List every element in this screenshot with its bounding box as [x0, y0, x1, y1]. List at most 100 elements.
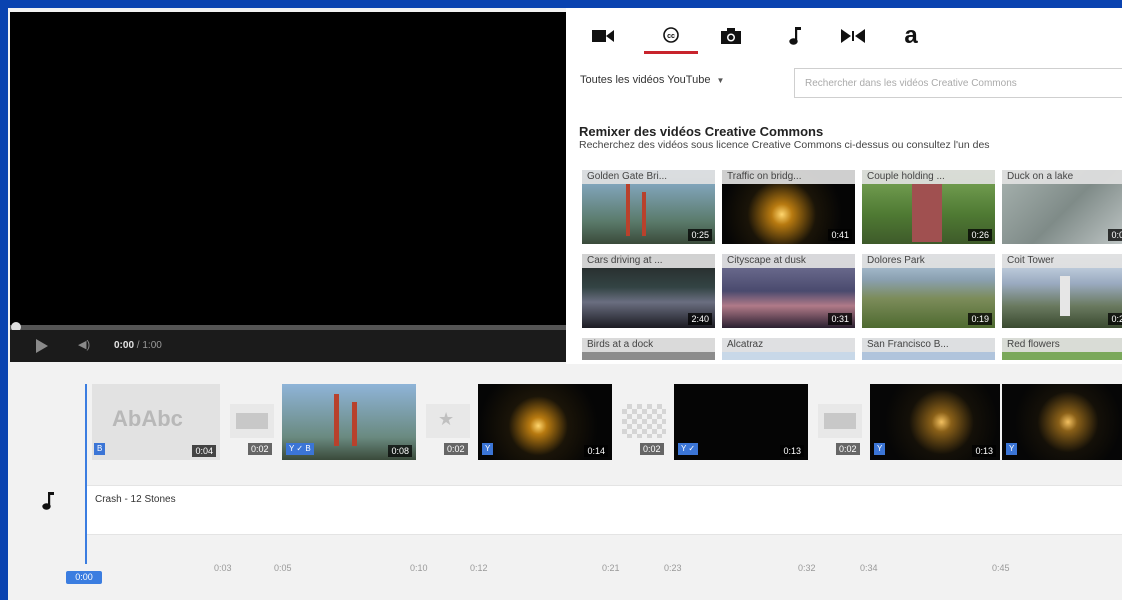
thumbnail-title: Cars driving at ...: [582, 254, 715, 268]
video-thumbnail[interactable]: Cityscape at dusk 0:31: [722, 254, 855, 328]
clip-duration: 0:08: [388, 445, 412, 457]
thumbnail-title: Duck on a lake: [1002, 170, 1122, 184]
ruler-tick: 0:12: [470, 563, 488, 573]
thumbnail-title: Golden Gate Bri...: [582, 170, 715, 184]
thumbnail-duration: 0:09: [1108, 229, 1122, 241]
thumbnail-title: Coit Tower: [1002, 254, 1122, 268]
transition-duration: 0:02: [836, 443, 860, 455]
thumbnail-title: Traffic on bridg...: [722, 170, 855, 184]
bridge-tower-2: [642, 192, 646, 236]
thumbnail-duration: 0:26: [968, 229, 992, 241]
transition-block[interactable]: [230, 404, 274, 438]
bridge-tower-2: [352, 402, 357, 446]
clip-duration: 0:04: [192, 445, 216, 457]
video-editor-app: ◀) 0:00 / 1:00 cc a Toutes les vidéos Yo…: [8, 8, 1122, 600]
clip-effect-badge[interactable]: Y ✓ B: [286, 443, 314, 455]
search-input[interactable]: Rechercher dans les vidéos Creative Comm…: [794, 68, 1122, 98]
thumbnail-duration: 2:40: [688, 313, 712, 325]
audio-track-icon: [42, 492, 54, 510]
section-title: Remixer des vidéos Creative Commons: [579, 124, 824, 139]
chevron-down-icon: ▼: [716, 76, 725, 85]
svg-text:cc: cc: [667, 33, 675, 40]
thumbnail-title: Cityscape at dusk: [722, 254, 855, 268]
transitions-icon: [841, 29, 865, 43]
transition-duration: 0:02: [640, 443, 664, 455]
transition-block[interactable]: ★: [426, 404, 470, 438]
text-icon: a: [904, 22, 918, 49]
title-clip-preview: AbAbc: [112, 406, 183, 431]
video-thumbnail[interactable]: San Francisco B...: [862, 338, 995, 360]
star-icon: ★: [438, 409, 455, 429]
time-readout: 0:00 / 1:00: [114, 340, 162, 351]
music-note-icon: [789, 27, 801, 45]
video-thumbnail[interactable]: Couple holding ... 0:26: [862, 170, 995, 244]
timeline-clip-video[interactable]: 0:13: [870, 384, 1000, 460]
video-preview-player[interactable]: ◀) 0:00 / 1:00: [10, 12, 566, 362]
section-description: Recherchez des vidéos sous licence Creat…: [579, 139, 990, 151]
tower-shape: [1060, 276, 1070, 316]
clip-duration: 0:13: [972, 445, 996, 457]
media-toolbar: cc a: [566, 8, 1122, 58]
video-camera-icon: [592, 30, 614, 42]
figure-shape: [912, 184, 942, 242]
clip-duration: 0:13: [780, 445, 804, 457]
source-dropdown-label: Toutes les vidéos YouTube: [580, 74, 711, 86]
transition-duration: 0:02: [444, 443, 468, 455]
video-thumbnail[interactable]: Alcatraz: [722, 338, 855, 360]
video-thumbnail[interactable]: Red flowers: [1002, 338, 1122, 360]
clip-effect-badge[interactable]: Y: [482, 443, 494, 455]
tab-audio[interactable]: [768, 18, 822, 54]
clip-effect-badge[interactable]: B: [94, 443, 106, 455]
ruler-tick: 0:21: [602, 563, 620, 573]
tab-photos[interactable]: [704, 18, 758, 54]
ruler-tick: 0:34: [860, 563, 878, 573]
ruler-tick: 0:23: [664, 563, 682, 573]
audio-track[interactable]: Crash - 12 Stones: [86, 485, 1122, 535]
clip-effect-badge[interactable]: Y: [874, 443, 886, 455]
video-thumbnail[interactable]: Birds at a dock: [582, 338, 715, 360]
timeline-ruler[interactable]: 0:03 0:05 0:10 0:12 0:21 0:23 0:32 0:34 …: [8, 559, 1122, 579]
play-icon[interactable]: [36, 339, 48, 353]
thumbnail-duration: 0:23: [1108, 313, 1122, 325]
volume-icon[interactable]: ◀): [78, 338, 90, 351]
tab-transitions[interactable]: [826, 18, 880, 54]
thumbnail-title: Dolores Park: [862, 254, 995, 268]
tab-video[interactable]: [576, 18, 630, 54]
transition-block[interactable]: [818, 404, 862, 438]
transition-block[interactable]: [622, 404, 666, 438]
creative-commons-icon: cc: [663, 26, 679, 43]
ruler-tick: 0:45: [992, 563, 1010, 573]
video-track: AbAbc 0:04 B 0:02 0:08 Y ✓ B ★ 0:02 0:14…: [8, 384, 1122, 466]
tab-text[interactable]: a: [884, 18, 938, 54]
video-thumbnail[interactable]: Duck on a lake 0:09: [1002, 170, 1122, 244]
current-time: 0:00: [114, 340, 135, 351]
video-thumbnail[interactable]: Golden Gate Bri... 0:25: [582, 170, 715, 244]
photo-camera-icon: [721, 28, 741, 44]
transition-preview: [824, 413, 856, 429]
video-thumbnail[interactable]: Dolores Park 0:19: [862, 254, 995, 328]
video-thumbnail[interactable]: Coit Tower 0:23: [1002, 254, 1122, 328]
tab-creative-commons[interactable]: cc: [644, 18, 698, 54]
media-browser-panel: cc a Toutes les vidéos YouTube ▼ Recherch…: [566, 8, 1122, 364]
thumbnail-duration: 0:41: [828, 229, 852, 241]
video-thumbnail[interactable]: Traffic on bridg... 0:41: [722, 170, 855, 244]
thumbnail-title: San Francisco B...: [862, 338, 995, 352]
clip-duration: 0:14: [584, 445, 608, 457]
thumbnail-title: Red flowers: [1002, 338, 1122, 352]
video-thumbnail[interactable]: Cars driving at ... 2:40: [582, 254, 715, 328]
timeline: AbAbc 0:04 B 0:02 0:08 Y ✓ B ★ 0:02 0:14…: [8, 364, 1122, 600]
bridge-tower-1: [626, 184, 630, 236]
timeline-clip-video[interactable]: [1002, 384, 1122, 460]
timeline-clip-title[interactable]: AbAbc 0:04: [92, 384, 220, 460]
clip-effect-badge[interactable]: Y ✓: [678, 443, 699, 455]
ruler-tick: 0:03: [214, 563, 232, 573]
clip-effect-badge[interactable]: Y: [1006, 443, 1018, 455]
playhead[interactable]: [85, 384, 87, 564]
ruler-tick: 0:32: [798, 563, 816, 573]
timeline-clip-video[interactable]: 0:14: [478, 384, 612, 460]
player-controls: ◀) 0:00 / 1:00: [10, 330, 566, 362]
thumbnail-duration: 0:25: [688, 229, 712, 241]
playhead-time[interactable]: 0:00: [66, 571, 102, 584]
source-dropdown[interactable]: Toutes les vidéos YouTube ▼: [580, 74, 724, 86]
filter-row: Toutes les vidéos YouTube ▼ Rechercher da…: [566, 66, 1122, 102]
